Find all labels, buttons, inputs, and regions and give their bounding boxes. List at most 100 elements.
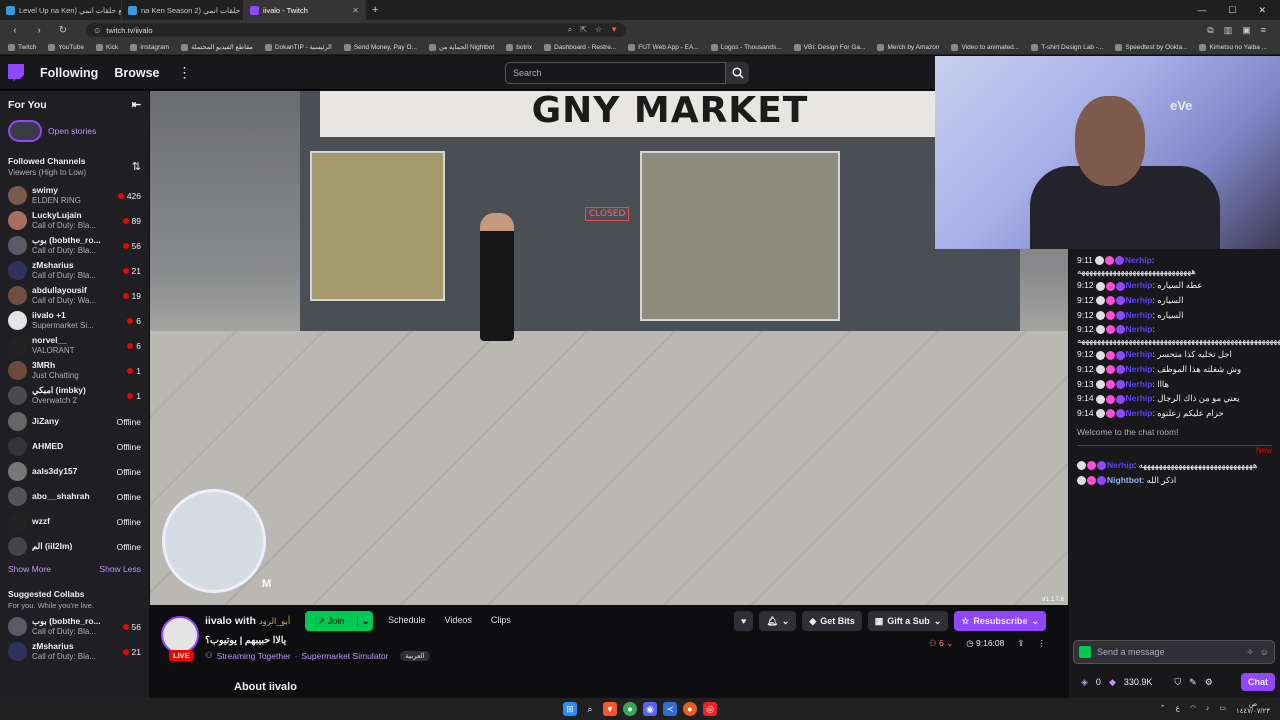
more-icon[interactable]: ⋮: [177, 64, 191, 81]
chat-badge-icon[interactable]: [1115, 379, 1125, 389]
streaming-together-link[interactable]: Streaming Together: [217, 651, 291, 661]
bookmark-item[interactable]: YouTube: [48, 43, 84, 51]
chat-badge-icon[interactable]: [1115, 325, 1125, 335]
chat-badge-icon[interactable]: [1114, 256, 1124, 266]
chat-badge-icon[interactable]: [1105, 365, 1115, 375]
share-icon[interactable]: ⇱: [580, 25, 587, 35]
twitch-logo-icon[interactable]: [8, 64, 24, 81]
sidebar-channel[interactable]: zMsharius Call of Duty: Bla... 21: [0, 639, 149, 664]
site-info-icon[interactable]: ⊙: [94, 26, 100, 35]
chat-badge-icon[interactable]: [1105, 281, 1115, 291]
chat-badge-icon[interactable]: [1115, 409, 1125, 419]
chat-badge-icon[interactable]: [1077, 461, 1086, 471]
collapse-sidebar-icon[interactable]: ⇤: [132, 98, 141, 111]
chat-badge-icon[interactable]: [1094, 256, 1104, 266]
join-button[interactable]: ↗ Join ⌄: [305, 611, 373, 631]
chat-badge-icon[interactable]: [1105, 310, 1115, 320]
chat-badge-icon[interactable]: [1095, 394, 1105, 404]
bookmark-item[interactable]: Twitch: [8, 43, 36, 51]
chat-badge-icon[interactable]: [1077, 476, 1086, 485]
chrome-icon[interactable]: ●: [623, 702, 637, 716]
collab-partner-name[interactable]: أبو_الرود: [259, 616, 290, 627]
bookmark-item[interactable]: Speedtest by Ookla...: [1115, 43, 1187, 51]
sort-icon[interactable]: ⇅: [132, 160, 141, 177]
show-more-button[interactable]: Show More: [8, 564, 51, 574]
tab-schedule[interactable]: Schedule: [388, 615, 426, 625]
sidebar-channel[interactable]: امبكي (imbky) Overwatch 21: [0, 383, 149, 408]
chat-badge-icon[interactable]: [1095, 350, 1105, 360]
search-input[interactable]: Search: [505, 62, 726, 84]
bookmark-item[interactable]: Dashboard - Restre...: [544, 43, 616, 51]
emote-icon[interactable]: ☺: [1260, 647, 1269, 657]
brave-icon[interactable]: ▼: [603, 702, 617, 716]
bookmark-item[interactable]: Kick: [95, 43, 118, 51]
close-window-icon[interactable]: ✕: [1258, 5, 1266, 16]
chat-message[interactable]: 9:12 Nerhip: هههههههههههههههههههههههههههه…: [1077, 324, 1280, 345]
chat-badge-icon[interactable]: [1087, 476, 1096, 485]
bookmark-item[interactable]: FUT Web App - EA...: [628, 43, 699, 51]
chat-message[interactable]: 9:12 Nerhip: وش شغلته هذا الموظف: [1077, 364, 1272, 375]
shield-icon[interactable]: ⛉: [1174, 677, 1181, 688]
chat-badge-icon[interactable]: [1115, 296, 1125, 306]
bookmark-item[interactable]: Instagram: [130, 43, 169, 51]
discord-icon[interactable]: ◉: [643, 702, 657, 716]
bookmark-item[interactable]: الحماية من Nightbot: [428, 43, 494, 51]
sidebar-channel[interactable]: swimy ELDEN RING 426: [0, 183, 149, 208]
browse-link[interactable]: Browse: [114, 66, 159, 80]
chat-username[interactable]: Nerhip: [1126, 324, 1153, 334]
chat-badge-icon[interactable]: [1105, 296, 1115, 306]
chat-message[interactable]: 9:12 Nerhip: السياره: [1077, 310, 1272, 321]
open-stories-link[interactable]: Open stories: [8, 120, 149, 142]
notifications-button[interactable]: 🔔︎ ⌄: [759, 611, 797, 631]
bookmark-item[interactable]: Kimetsu no Yaiba ...: [1199, 43, 1267, 51]
chat-badge-icon[interactable]: [1115, 281, 1125, 291]
chat-badge-icon[interactable]: [1105, 394, 1115, 404]
search-button[interactable]: [726, 62, 749, 84]
chat-identity-icon[interactable]: [1079, 646, 1091, 658]
sidebar-channel[interactable]: zMsharius Call of Duty: Bla... 21: [0, 258, 149, 283]
back-icon[interactable]: ‹: [8, 25, 22, 36]
bookmark-star-icon[interactable]: ☆: [595, 25, 602, 35]
bookmark-item[interactable]: VBI: Design For Ga...: [793, 43, 865, 51]
video-player[interactable]: GNY MARKET CLOSED M V1.1.7.6: [150, 91, 1068, 605]
tab-videos[interactable]: Videos: [445, 615, 472, 625]
chat-username[interactable]: Nerhip: [1126, 280, 1153, 290]
close-icon[interactable]: ✕: [352, 6, 359, 15]
chat-badge-icon[interactable]: [1095, 310, 1105, 320]
chat-badge-icon[interactable]: [1095, 379, 1105, 389]
show-less-button[interactable]: Show Less: [99, 564, 141, 574]
sidebar-channel[interactable]: الم (iiI2Im) Offline: [0, 534, 149, 559]
chat-badge-icon[interactable]: [1095, 325, 1105, 335]
chat-username[interactable]: Nerhip: [1126, 408, 1153, 418]
sidebar-channel[interactable]: AHMED Offline: [0, 434, 149, 459]
browser-tab-1[interactable]: Level Up na Ken) جميع حلقات انمي✕: [0, 0, 122, 20]
chat-badge-icon[interactable]: [1105, 409, 1115, 419]
bookmark-item[interactable]: Logos - Thousands...: [710, 43, 782, 51]
menu-icon[interactable]: ≡: [1261, 25, 1266, 36]
maximize-icon[interactable]: ☐: [1228, 5, 1236, 16]
bookmark-item[interactable]: Send Money, Pay O...: [343, 43, 417, 51]
chat-message[interactable]: 9:12 Nerhip: عطه السياره: [1077, 280, 1272, 291]
bookmark-item[interactable]: DokanTIP - الرئيسية: [264, 43, 332, 51]
following-link[interactable]: Following: [40, 66, 98, 80]
chat-username[interactable]: Nightbot: [1107, 475, 1142, 485]
chat-badge-icon[interactable]: [1115, 365, 1125, 375]
chat-username[interactable]: Nerhip: [1125, 255, 1152, 265]
address-input[interactable]: ⊙ twitch.tv/iivalo ⌕ ⇱ ☆ ▼: [86, 23, 626, 37]
sidebar-channel[interactable]: بوب (bobthe_ro... Call of Duty: Bla... 56: [0, 614, 149, 639]
get-bits-button[interactable]: ◆ Get Bits: [802, 611, 862, 631]
chat-message[interactable]: Nerhip: هههههههههههههههههههههههههههههه: [1077, 460, 1272, 471]
browser-tab-2[interactable]: na Ken Season 2) جميع حلقات انمي✕: [122, 0, 244, 20]
chat-badge-icon[interactable]: [1097, 476, 1106, 485]
chat-badge-icon[interactable]: [1095, 296, 1105, 306]
chat-badge-icon[interactable]: [1095, 365, 1105, 375]
chat-badge-icon[interactable]: [1104, 256, 1114, 266]
chat-badge-icon[interactable]: [1115, 310, 1125, 320]
sidebar-channel[interactable]: iivalo +1 Supermarket Si... 6: [0, 308, 149, 333]
chat-badge-icon[interactable]: [1105, 379, 1115, 389]
bookmark-item[interactable]: botrix: [506, 43, 532, 51]
chat-message[interactable]: 9:12 Nerhip: اجل تخليه كذا متحسر: [1077, 349, 1272, 360]
chat-badge-icon[interactable]: [1115, 394, 1125, 404]
search-icon[interactable]: ⌕: [583, 702, 597, 716]
chat-username[interactable]: Nerhip: [1126, 379, 1153, 389]
